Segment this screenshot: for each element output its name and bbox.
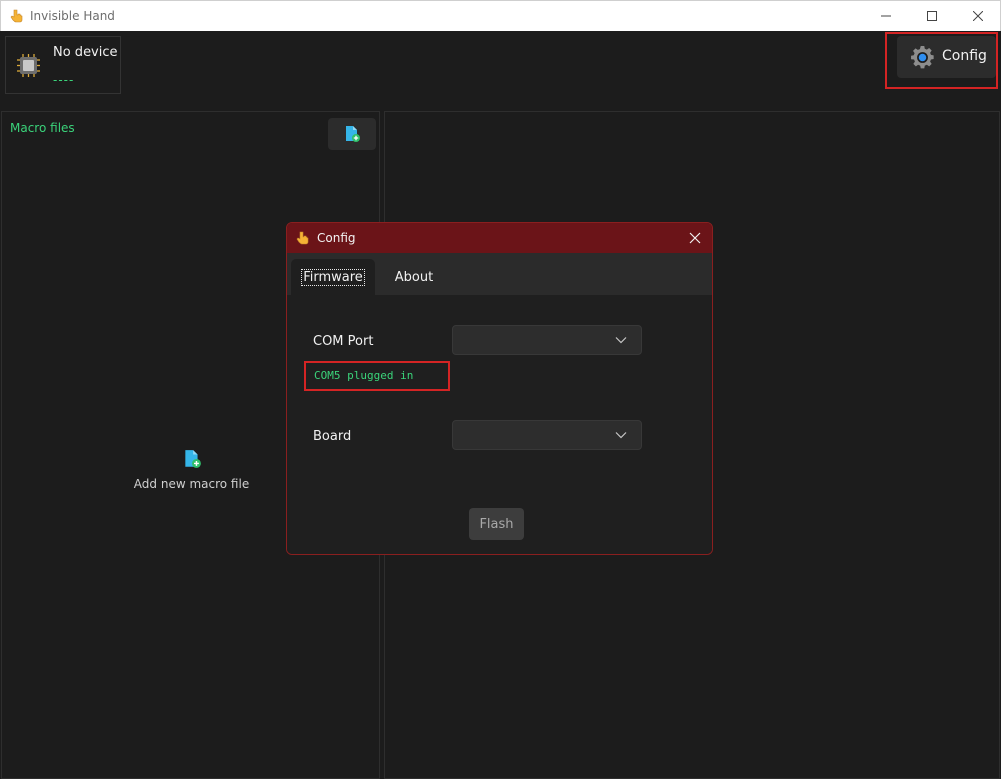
- window-titlebar: Invisible Hand: [0, 0, 1001, 31]
- add-macro-file-label: Add new macro file: [133, 477, 250, 491]
- device-name: No device: [53, 45, 118, 60]
- add-macro-file-button[interactable]: [328, 118, 376, 150]
- add-file-icon: [184, 450, 201, 468]
- pointing-hand-icon: [10, 9, 23, 23]
- tab-firmware[interactable]: Firmware: [291, 259, 375, 295]
- dialog-titlebar: Config: [287, 223, 712, 253]
- minimize-button[interactable]: [863, 1, 909, 31]
- tab-firmware-label: Firmware: [301, 268, 365, 286]
- com-port-status: COM5 plugged in: [314, 369, 414, 382]
- close-icon[interactable]: [687, 230, 703, 246]
- dialog-tabs: Firmware About: [287, 253, 712, 295]
- tab-about-label: About: [394, 269, 434, 285]
- firmware-tab-content: COM Port COM5 plugged in Board Flash: [287, 295, 712, 554]
- maximize-button[interactable]: [909, 1, 955, 31]
- dialog-title: Config: [317, 231, 356, 245]
- macro-files-heading: Macro files: [10, 121, 75, 135]
- chevron-down-icon: [615, 337, 627, 344]
- config-dialog: Config Firmware About COM Port COM5 plug…: [286, 222, 713, 555]
- com-status-highlight: COM5 plugged in: [304, 361, 450, 391]
- device-status: ----: [53, 73, 75, 87]
- board-select[interactable]: [452, 420, 642, 450]
- device-panel: No device ----: [5, 36, 121, 94]
- minimize-icon: [881, 15, 891, 17]
- flash-button-label: Flash: [479, 516, 514, 532]
- com-port-label: COM Port: [313, 334, 374, 349]
- window-title: Invisible Hand: [30, 9, 115, 23]
- chevron-down-icon: [615, 432, 627, 439]
- flash-button[interactable]: Flash: [469, 508, 524, 540]
- pointing-hand-icon: [296, 231, 309, 245]
- config-button-label: Config: [942, 48, 987, 64]
- com-port-select[interactable]: [452, 325, 642, 355]
- board-label: Board: [313, 429, 352, 444]
- gear-icon: [911, 46, 934, 69]
- maximize-icon: [927, 11, 937, 21]
- close-icon: [973, 11, 983, 21]
- tab-about[interactable]: About: [383, 259, 445, 295]
- chip-icon: [17, 54, 40, 77]
- add-file-icon: [346, 126, 360, 142]
- close-window-button[interactable]: [955, 1, 1001, 31]
- config-button[interactable]: Config: [897, 36, 996, 78]
